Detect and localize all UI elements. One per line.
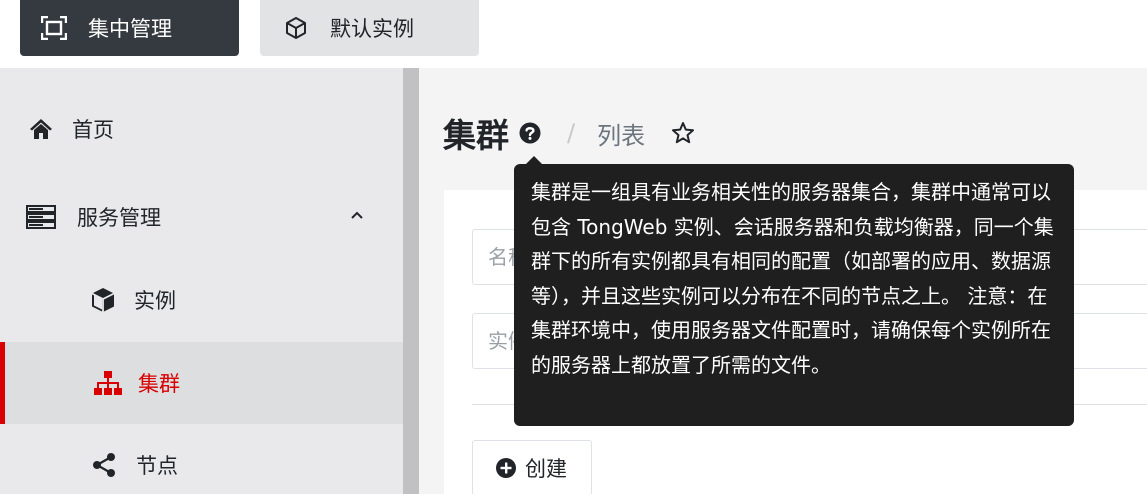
- help-tooltip: 集群是一组具有业务相关性的服务器集合，集群中通常可以包含 TongWeb 实例、…: [514, 156, 1074, 426]
- sidebar-item-label: 实例: [134, 289, 176, 313]
- cube-icon: [88, 286, 118, 314]
- sidebar-item-node[interactable]: 节点: [0, 424, 403, 494]
- default-instance-label: 默认实例: [330, 17, 414, 41]
- top-bar: 集中管理 默认实例: [0, 0, 1147, 68]
- sidebar-item-label: 首页: [72, 118, 114, 142]
- default-instance-button[interactable]: 默认实例: [260, 0, 479, 56]
- chevron-up-icon[interactable]: [349, 204, 365, 228]
- help-icon[interactable]: [519, 122, 541, 148]
- create-label: 创建: [525, 457, 567, 481]
- central-manage-icon: [40, 14, 68, 42]
- sidebar-item-label: 节点: [136, 454, 178, 478]
- page-header: 集群 / 列表: [443, 108, 695, 158]
- sidebar-item-service-management[interactable]: 服务管理: [0, 176, 403, 258]
- active-indicator: [0, 342, 5, 424]
- sidebar-item-label: 集群: [138, 372, 180, 396]
- breadcrumb: 列表: [597, 121, 646, 150]
- sitemap-icon: [92, 370, 124, 396]
- breadcrumb-separator: /: [567, 119, 576, 147]
- sidebar-item-label: 服务管理: [77, 206, 161, 230]
- tooltip-arrow: [526, 156, 542, 164]
- sidebar-item-cluster[interactable]: 集群: [0, 342, 403, 424]
- sidebar-item-instance[interactable]: 实例: [0, 259, 403, 341]
- star-icon[interactable]: [671, 121, 695, 149]
- sidebar-item-home[interactable]: 首页: [0, 88, 403, 170]
- share-icon: [90, 452, 118, 478]
- plus-circle-icon: [495, 457, 517, 479]
- sidebar-scrollbar[interactable]: [403, 68, 419, 494]
- central-manage-button[interactable]: 集中管理: [20, 0, 239, 56]
- central-manage-label: 集中管理: [88, 17, 172, 41]
- create-button[interactable]: 创建: [472, 440, 592, 494]
- home-icon: [28, 118, 54, 140]
- tooltip-text: 集群是一组具有业务相关性的服务器集合，集群中通常可以包含 TongWeb 实例、…: [531, 180, 1054, 377]
- page-title: 集群: [443, 116, 509, 155]
- cube-icon: [282, 14, 310, 42]
- server-icon: [25, 205, 57, 229]
